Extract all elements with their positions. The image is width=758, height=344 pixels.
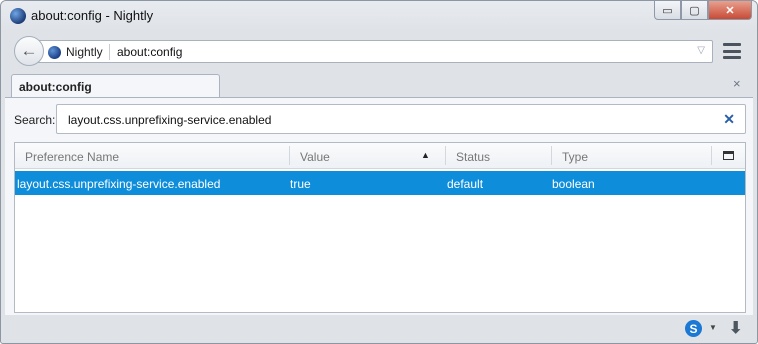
- maximize-button[interactable]: ▢: [681, 1, 708, 20]
- status-bar: S ▼ ⬇: [1, 315, 757, 343]
- url-history-dropdown-icon[interactable]: ▽: [697, 45, 705, 56]
- title-bar: about:config - Nightly ▭ ▢ ✕: [1, 1, 757, 31]
- cell-value: true: [290, 177, 311, 191]
- site-identity[interactable]: Nightly: [48, 44, 110, 60]
- hamburger-menu-icon[interactable]: [723, 43, 741, 59]
- globe-icon: [48, 45, 61, 59]
- menu-line: [723, 43, 741, 46]
- cell-type: boolean: [552, 177, 595, 191]
- browser-window: about:config - Nightly ▭ ▢ ✕ Nightly abo…: [0, 0, 758, 344]
- cell-preference-name: layout.css.unprefixing-service.enabled: [17, 177, 221, 191]
- column-type[interactable]: Type: [562, 143, 588, 169]
- sort-ascending-icon: ▲: [421, 150, 430, 160]
- column-preference-name[interactable]: Preference Name: [25, 143, 119, 169]
- window-title: about:config - Nightly: [31, 8, 154, 23]
- column-divider[interactable]: [551, 146, 552, 165]
- column-divider[interactable]: [711, 146, 712, 165]
- preferences-table: Preference Name Value ▲ Status Type layo…: [14, 142, 746, 313]
- column-value[interactable]: Value: [300, 143, 330, 169]
- menu-line: [723, 56, 741, 59]
- identity-label: Nightly: [66, 45, 103, 59]
- column-divider[interactable]: [445, 146, 446, 165]
- download-icon[interactable]: ⬇: [729, 318, 742, 338]
- config-page: Search: layout.css.unprefixing-service.e…: [5, 97, 753, 315]
- tab-about-config[interactable]: about:config: [11, 74, 220, 98]
- tab-close-icon[interactable]: ×: [733, 76, 741, 91]
- menu-line: [723, 49, 741, 53]
- table-header: Preference Name Value ▲ Status Type: [15, 143, 745, 169]
- skype-dropdown-icon[interactable]: ▼: [709, 323, 717, 332]
- search-value: layout.css.unprefixing-service.enabled: [68, 113, 272, 127]
- clear-search-icon[interactable]: ✕: [723, 111, 735, 128]
- column-status[interactable]: Status: [456, 143, 490, 169]
- column-picker-icon[interactable]: [723, 151, 734, 160]
- url-bar[interactable]: Nightly about:config ▽: [31, 40, 713, 63]
- nightly-app-icon: [10, 8, 26, 24]
- url-text[interactable]: about:config: [117, 45, 182, 59]
- skype-icon[interactable]: S: [685, 320, 702, 337]
- back-button[interactable]: ←: [14, 36, 44, 66]
- close-window-button[interactable]: ✕: [708, 1, 752, 20]
- caption-buttons: ▭ ▢ ✕: [654, 1, 752, 20]
- cell-status: default: [447, 177, 484, 191]
- table-row[interactable]: layout.css.unprefixing-service.enabled t…: [15, 171, 745, 195]
- search-input[interactable]: layout.css.unprefixing-service.enabled ✕: [56, 104, 746, 134]
- minimize-button[interactable]: ▭: [654, 1, 681, 20]
- search-label: Search:: [14, 113, 56, 127]
- column-divider[interactable]: [289, 146, 290, 165]
